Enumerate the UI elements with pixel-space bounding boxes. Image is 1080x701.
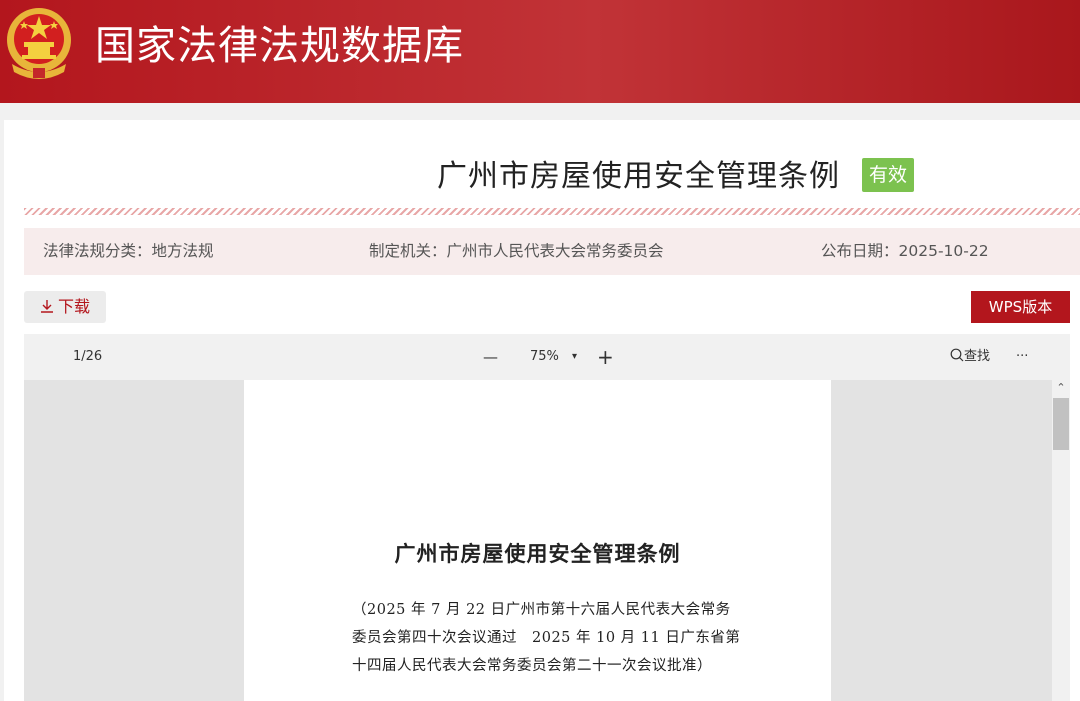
national-emblem-icon (7, 8, 71, 79)
search-button[interactable]: 查找 (950, 334, 990, 380)
download-label: 下载 (57, 297, 90, 316)
page-document-title: 广州市房屋使用安全管理条例 (394, 541, 681, 566)
search-label: 查找 (964, 349, 991, 364)
site-header: 国家法律法规数据库 (0, 0, 1080, 103)
pdf-viewer: 1/26 — 75% ▾ + 查找 ··· 广州市房屋使用安全管理条例 （202… (24, 334, 1070, 701)
status-badge: 有效 (862, 158, 914, 192)
page-indicator: 1/26 (73, 349, 103, 364)
adoption-note: （2025 年 7 月 22 日广州市第十六届人民代表大会常务 委员会第四十次会… (352, 596, 741, 680)
wps-version-button[interactable]: WPS版本 (971, 291, 1070, 323)
zoom-out-button[interactable]: — (483, 334, 498, 380)
decorative-divider (24, 208, 1080, 215)
authority-label: 制定机关：广州市人民代表大会常务委员会 (369, 242, 664, 260)
viewer-toolbar: 1/26 — 75% ▾ + 查找 ··· (24, 334, 1070, 380)
note-line: （2025 年 7 月 22 日广州市第十六届人民代表大会常务 (352, 602, 731, 618)
scroll-thumb[interactable] (1053, 398, 1069, 450)
search-icon (950, 348, 964, 362)
vertical-scrollbar[interactable]: ⌃ (1052, 380, 1070, 701)
site-title: 国家法律法规数据库 (95, 23, 464, 69)
more-options-icon[interactable]: ··· (1016, 334, 1028, 380)
note-line: 委员会第四十次会议通过 2025 年 10 月 11 日广东省第 (352, 630, 741, 646)
scroll-up-icon[interactable]: ⌃ (1052, 380, 1070, 396)
download-button[interactable]: 下载 (24, 291, 106, 323)
document-page: 广州市房屋使用安全管理条例 （2025 年 7 月 22 日广州市第十六届人民代… (244, 380, 831, 701)
metadata-bar: 法律法规分类：地方法规 制定机关：广州市人民代表大会常务委员会 公布日期：202… (24, 228, 1080, 275)
document-title: 广州市房屋使用安全管理条例 (437, 159, 840, 194)
publish-date-label: 公布日期：2025-10-22 (821, 242, 989, 260)
zoom-dropdown-icon[interactable]: ▾ (572, 334, 577, 380)
download-icon (40, 300, 53, 313)
note-line: 十四届人民代表大会常务委员会第二十一次会议批准） (352, 658, 712, 674)
category-label: 法律法规分类：地方法规 (43, 242, 214, 260)
zoom-in-button[interactable]: + (597, 334, 614, 380)
zoom-level: 75% (530, 349, 559, 364)
